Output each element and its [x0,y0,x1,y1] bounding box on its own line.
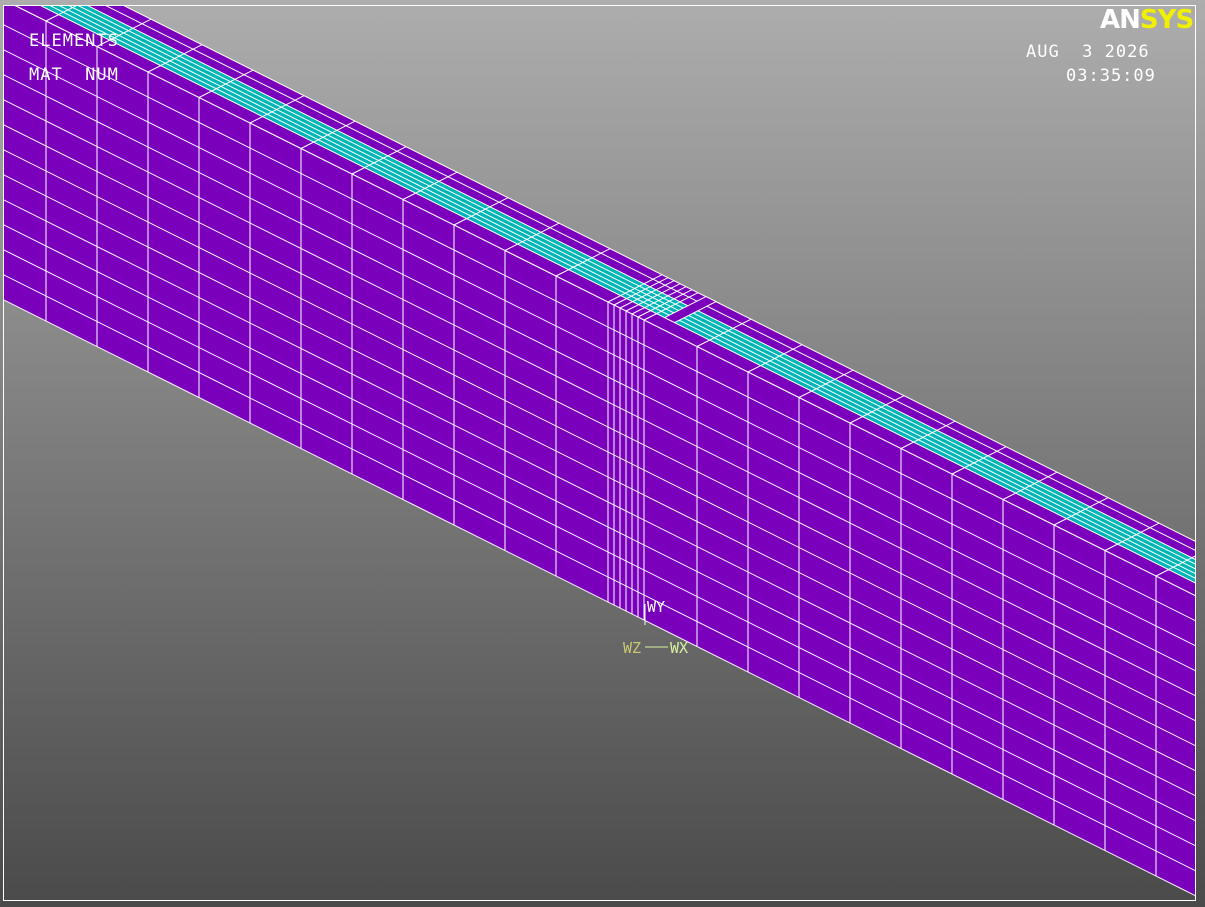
ansys-logo: ANSYS [1100,5,1194,35]
plot-date: AUG 3 2026 [1026,42,1150,62]
wp-y-axis-label: WY [647,598,666,616]
wp-z-axis-label: WZ [623,639,642,657]
numbering-label: MAT NUM [29,65,119,85]
graphics-viewport[interactable]: ELEMENTS MAT NUM ANSYS AUG 3 2026 03:35:… [0,0,1205,907]
plot-time: 03:35:09 [1066,66,1156,86]
logo-part-sys: SYS [1139,5,1194,35]
wp-x-axis-label: WX [670,639,689,657]
element-mesh-plot [0,0,1205,907]
logo-part-an: AN [1100,5,1141,35]
plot-type-label: ELEMENTS [29,31,119,51]
